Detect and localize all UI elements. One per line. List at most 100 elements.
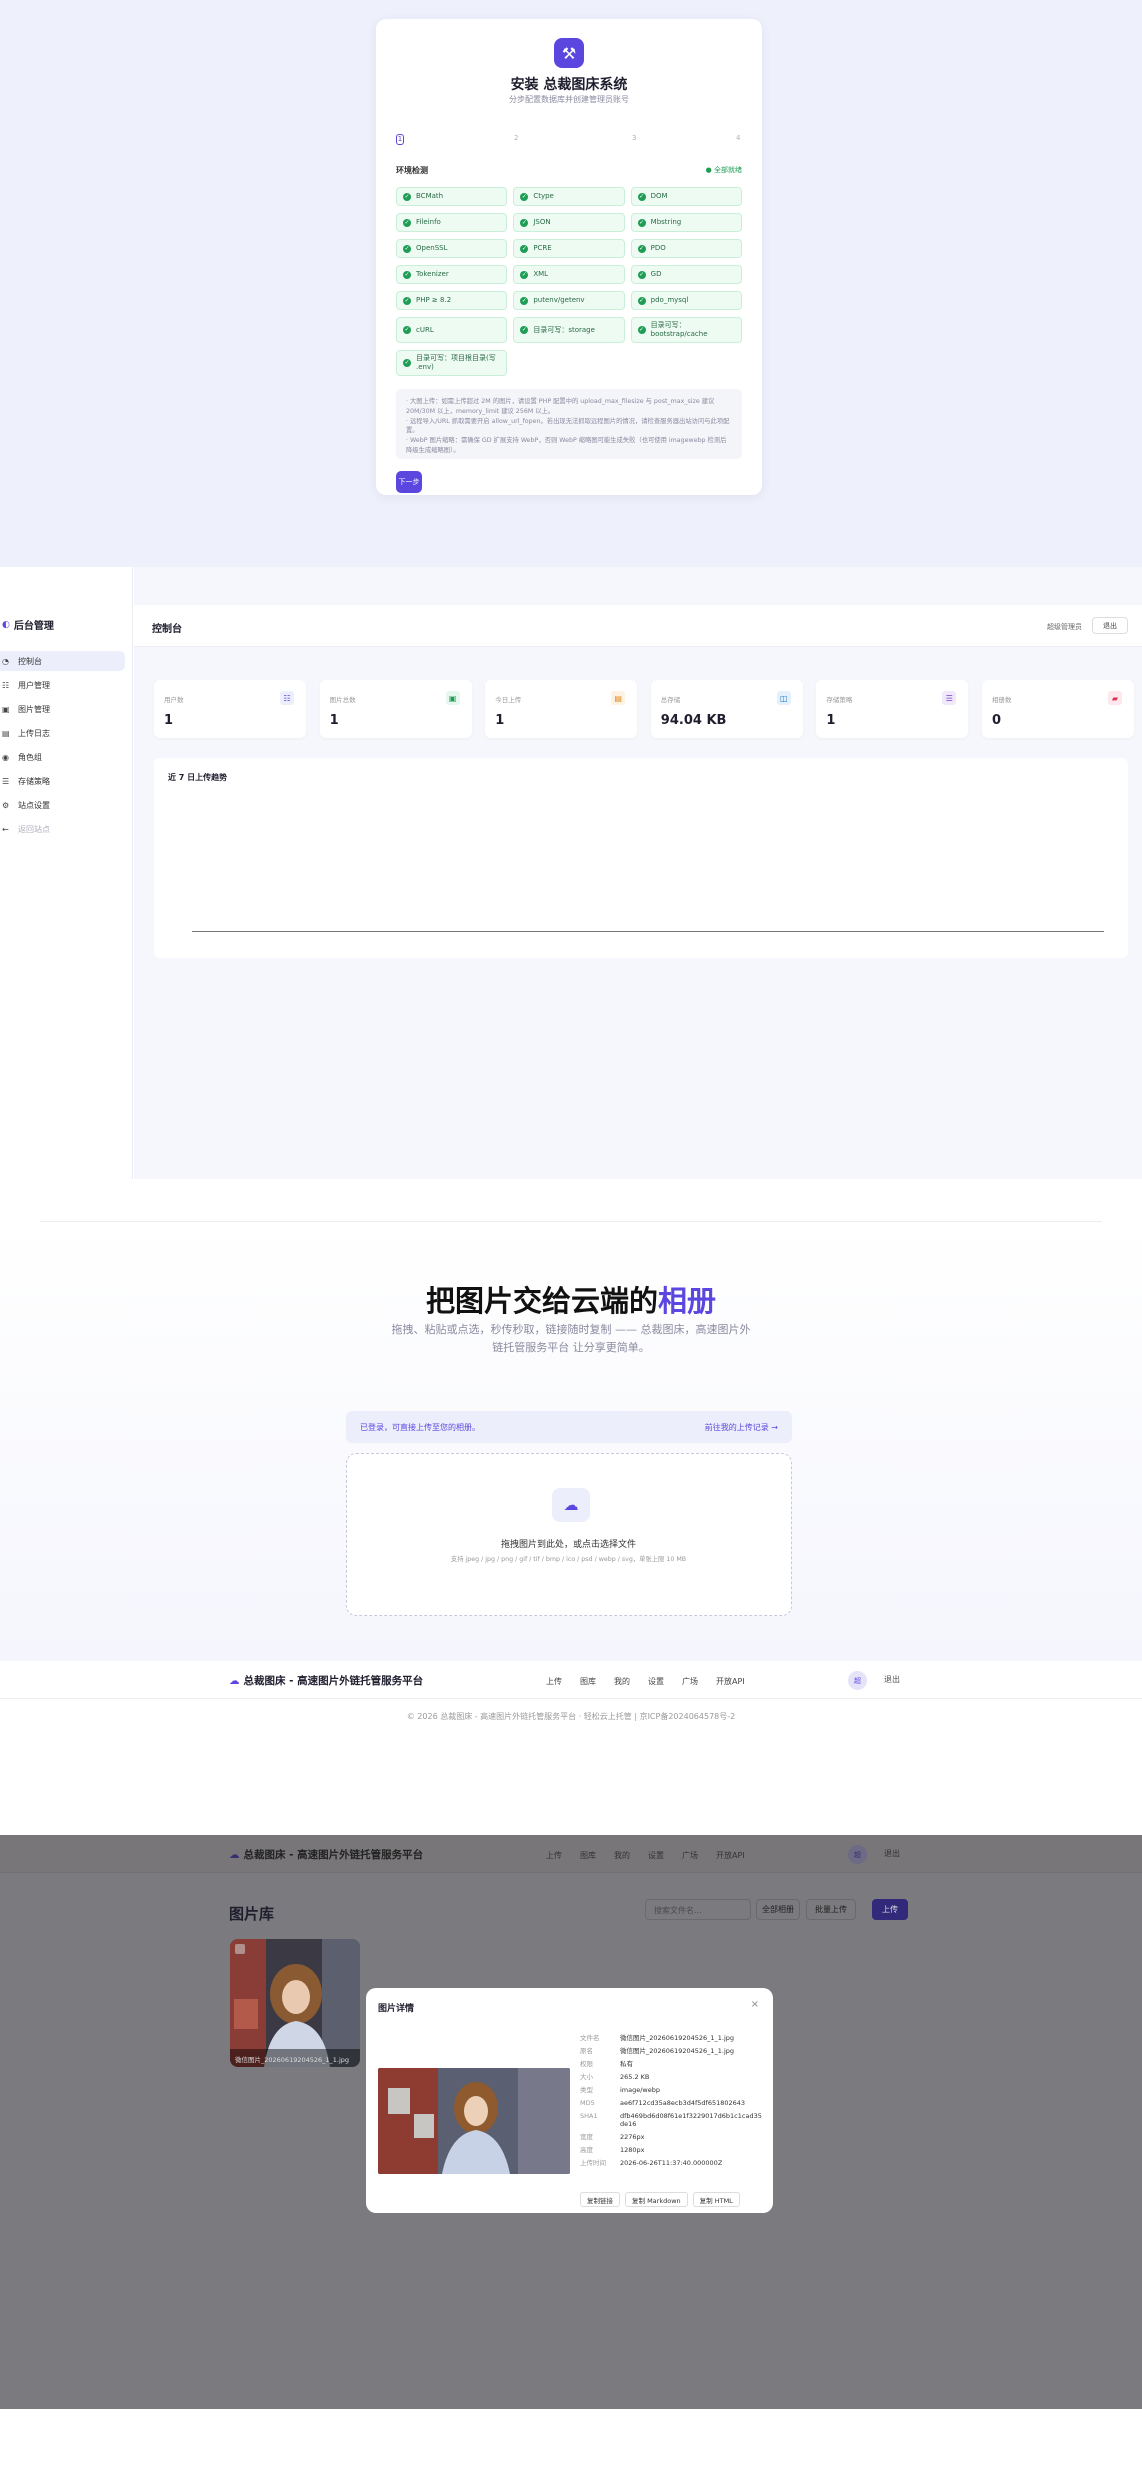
env-check-item: ✓ 目录可写：storage (513, 317, 625, 343)
install-notes: · 大图上传：如需上传超过 2M 的图片，请设置 PHP 配置中的 upload… (396, 389, 742, 459)
env-check-label: GD (650, 270, 662, 279)
env-check-label: 目录可写：storage (533, 325, 595, 334)
copy-markdown-button[interactable]: 复制 Markdown (625, 2192, 688, 2207)
check-icon: ✓ (520, 296, 529, 305)
stat-card: 相册数 0 ▰ (982, 680, 1134, 738)
check-icon: ✓ (403, 296, 411, 305)
my-uploads-link[interactable]: 前往我的上传记录 → (705, 1422, 778, 1433)
logout-button[interactable]: 退出 (1092, 617, 1128, 634)
select-checkbox[interactable] (235, 1944, 245, 1954)
check-icon: ✓ (403, 244, 411, 253)
nav-upload[interactable]: 上传 (546, 1676, 562, 1687)
album-filter-button[interactable]: 全部相册 (756, 1899, 800, 1920)
sidebar-item[interactable]: ☷ 用户管理 (0, 675, 125, 695)
install-card: ⚒ 安装 总裁图床系统 分步配置数据库并创建管理员账号 1 2 3 4 环境检测… (376, 19, 762, 495)
admin-brand: ◐ 后台管理 (2, 617, 54, 633)
nav-upload[interactable]: 上传 (546, 1850, 562, 1861)
image-detail-modal: 图片详情 × 文件名 微信图片_20260619204526_1_1.jpg 原名微… (366, 1988, 773, 2213)
note-line: · 大图上传：如需上传超过 2M 的图片，请设置 PHP 配置中的 upload… (406, 398, 715, 415)
note-line: · 远程导入/URL 抓取需要开启 allow_url_fopen。若出现无法抓… (406, 417, 730, 435)
meta-value: ae6f712cd35a8ecb3d4f5df651802643 (620, 2099, 746, 2107)
nav-mine[interactable]: 我的 (614, 1850, 630, 1861)
nav-icon: ◔ (2, 656, 9, 666)
banner-text: 已登录，可直接上传至您的相册。 (360, 1423, 480, 1432)
hero-subtitle: 拖拽、粘贴或点选，秒传秒取，链接随时复制 —— 总裁图床，高速图片外链托管服务平… (391, 1323, 751, 1354)
copy-buttons: 复制链接 复制 Markdown 复制 HTML (580, 2192, 740, 2207)
divider (40, 1221, 1102, 1222)
sidebar-item[interactable]: ◔ 控制台 (0, 651, 125, 671)
copy-link-button[interactable]: 复制链接 (580, 2192, 620, 2207)
nav-mine[interactable]: 我的 (614, 1676, 630, 1687)
check-icon: ✓ (403, 192, 411, 201)
check-icon: ✓ (403, 218, 411, 227)
nav-api[interactable]: 开放API (716, 1676, 745, 1687)
avatar[interactable]: 超 (848, 1671, 867, 1690)
meta-row: 上传时间 2026-06-26T11:37:40.000000Z (580, 2159, 765, 2167)
batch-upload-button[interactable]: 批量上传 (806, 1899, 856, 1920)
meta-value: 微信图片_20260619204526_1_1.jpg (620, 2034, 735, 2042)
check-icon: ✓ (637, 326, 646, 334)
nav-settings[interactable]: 设置 (648, 1676, 664, 1687)
env-check-item: ✓ 目录可写：项目根目录(写 .env) (396, 350, 508, 376)
sidebar-item-label: 角色组 (18, 752, 42, 762)
site-footer: © 2026 总裁图床 - 高速图片外链托管服务平台 · 轻松云上托管 | 京I… (406, 1712, 736, 1721)
sidebar-item[interactable]: ← 返回站点 (0, 819, 125, 839)
logout-link[interactable]: 退出 (884, 1848, 900, 1859)
stat-card: 总存储 94.04 KB ◫ (650, 680, 803, 738)
env-check-item: ✓ cURL (396, 317, 508, 343)
stat-value: 1 (164, 713, 174, 728)
env-check-label: cURL (416, 325, 434, 334)
nav-icon: ▣ (2, 704, 10, 714)
sidebar-item-label: 返回站点 (18, 824, 50, 834)
avatar[interactable]: 超 (848, 1845, 867, 1864)
meta-key: 权限 (580, 2060, 593, 2068)
site-brand[interactable]: ☁ 总裁图床 - 高速图片外链托管服务平台 (229, 1673, 423, 1688)
check-icon: ✓ (403, 359, 411, 367)
sidebar-item[interactable]: ◉ 角色组 (0, 747, 125, 767)
nav-api[interactable]: 开放API (716, 1850, 745, 1861)
step-1[interactable]: 1 (396, 134, 404, 145)
env-check-label: 目录可写：项目根目录(写 .env) (416, 354, 496, 371)
upload-button[interactable]: 上传 (872, 1899, 908, 1920)
meta-row: MD5 ae6f712cd35a8ecb3d4f5df651802643 (580, 2099, 765, 2107)
hero-title: 把图片交给云端的相册 (0, 1278, 1142, 1320)
admin-user-link[interactable]: 超级管理员 (1047, 622, 1082, 632)
sidebar-item-label: 图片管理 (18, 704, 50, 714)
upload-dropzone[interactable]: ☁ 拖拽图片到此处，或点击选择文件 支持 jpeg / jpg / png / … (346, 1453, 792, 1616)
site-brand-text: 总裁图床 - 高速图片外链托管服务平台 (243, 1675, 424, 1687)
cloud-icon: ☁ (229, 1848, 240, 1861)
nav-icon: ⚙ (2, 800, 10, 810)
nav-square[interactable]: 广场 (682, 1676, 698, 1687)
sidebar-item[interactable]: ⚙ 站点设置 (0, 795, 125, 815)
nav-icon: ← (2, 824, 9, 834)
sidebar-item[interactable]: ▣ 图片管理 (0, 699, 125, 719)
step-3[interactable]: 3 (632, 134, 636, 142)
env-check-label: Fileinfo (416, 218, 441, 227)
next-step-button[interactable]: 下一步 (396, 471, 422, 493)
dropzone-title: 拖拽图片到此处，或点击选择文件 (500, 1540, 636, 1550)
meta-value: 265.2 KB (620, 2073, 650, 2081)
meta-row: 宽度 2276px (580, 2133, 765, 2141)
sidebar-item[interactable]: ☰ 存储策略 (0, 771, 125, 791)
check-icon: ✓ (637, 192, 646, 201)
logout-link[interactable]: 退出 (884, 1674, 900, 1685)
copy-html-button[interactable]: 复制 HTML (692, 2192, 740, 2207)
nav-gallery[interactable]: 图库 (580, 1676, 596, 1687)
sidebar-item[interactable]: ▤ 上传日志 (0, 723, 125, 743)
close-icon[interactable]: × (751, 1999, 759, 2010)
nav-square[interactable]: 广场 (682, 1850, 698, 1861)
image-thumbnail[interactable]: 微信图片_20260619204526_1_1.jpg (230, 1939, 360, 2067)
nav-settings[interactable]: 设置 (648, 1850, 664, 1861)
site-brand[interactable]: ☁ 总裁图床 - 高速图片外链托管服务平台 (229, 1847, 423, 1862)
nav-gallery[interactable]: 图库 (580, 1850, 596, 1861)
env-heading: 环境检测 (396, 166, 428, 175)
step-4[interactable]: 4 (736, 134, 740, 142)
stat-card: 图片总数 1 ▣ (319, 680, 472, 738)
check-icon: ✓ (637, 244, 646, 253)
env-check-label: 目录可写：bootstrap/cache (650, 321, 708, 338)
login-banner: 已登录，可直接上传至您的相册。 前往我的上传记录 → (346, 1411, 792, 1443)
search-input[interactable]: 搜索文件名... (645, 1899, 751, 1920)
step-2[interactable]: 2 (514, 134, 518, 142)
nav-icon: ☷ (2, 680, 10, 690)
admin-topbar: 控制台 超级管理员 退出 (134, 605, 1142, 647)
